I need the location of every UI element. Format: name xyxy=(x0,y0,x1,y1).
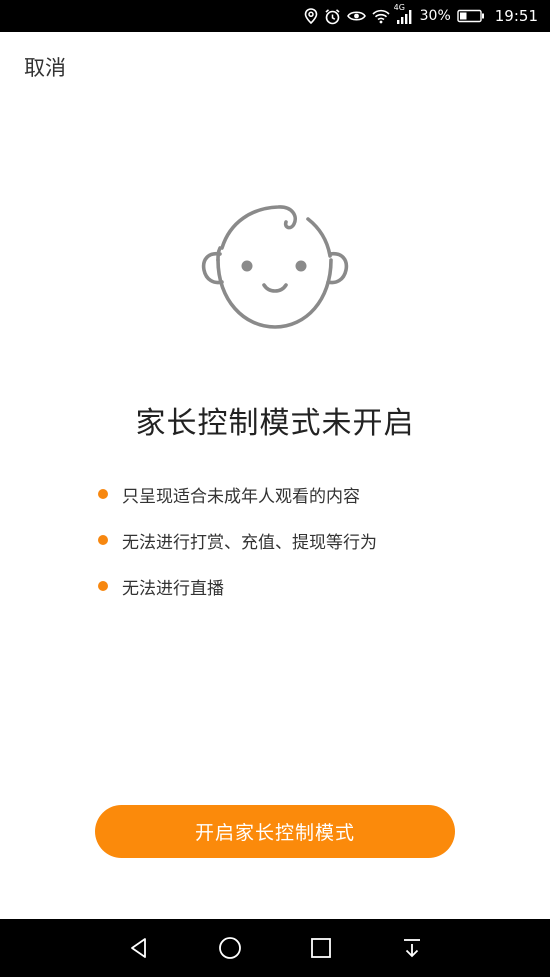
alarm-icon xyxy=(324,7,341,25)
feature-text: 无法进行打赏、充值、提现等行为 xyxy=(122,532,377,553)
battery-percent: 30% xyxy=(419,8,451,24)
location-icon xyxy=(304,7,318,25)
recents-icon[interactable] xyxy=(275,919,366,977)
page-title: 家长控制模式未开启 xyxy=(135,406,415,441)
notification-pull-icon[interactable] xyxy=(366,919,457,977)
baby-face-icon xyxy=(200,200,350,332)
back-icon[interactable] xyxy=(93,919,184,977)
feature-list: 只呈现适合未成年人观看的内容 无法进行打赏、充值、提现等行为 无法进行直播 xyxy=(98,482,377,620)
status-time: 19:51 xyxy=(494,7,538,25)
home-icon[interactable] xyxy=(184,919,275,977)
list-item: 无法进行直播 xyxy=(98,574,377,599)
navigation-bar xyxy=(0,919,550,977)
list-item: 只呈现适合未成年人观看的内容 xyxy=(98,482,377,507)
network-type: 4G xyxy=(393,3,405,12)
feature-text: 无法进行直播 xyxy=(122,578,224,599)
wifi-icon xyxy=(372,7,390,25)
bullet-dot-icon xyxy=(98,535,108,545)
feature-text: 只呈现适合未成年人观看的内容 xyxy=(122,486,360,507)
battery-icon xyxy=(457,7,485,25)
cancel-button[interactable]: 取消 xyxy=(24,52,66,82)
bullet-dot-icon xyxy=(98,489,108,499)
bullet-dot-icon xyxy=(98,581,108,591)
eye-icon xyxy=(346,7,366,25)
enable-parental-control-button[interactable]: 开启家长控制模式 xyxy=(95,805,455,858)
signal-icon: 4G xyxy=(394,3,414,25)
list-item: 无法进行打赏、充值、提现等行为 xyxy=(98,528,377,553)
status-bar: 4G 30% 19:51 xyxy=(0,0,550,32)
